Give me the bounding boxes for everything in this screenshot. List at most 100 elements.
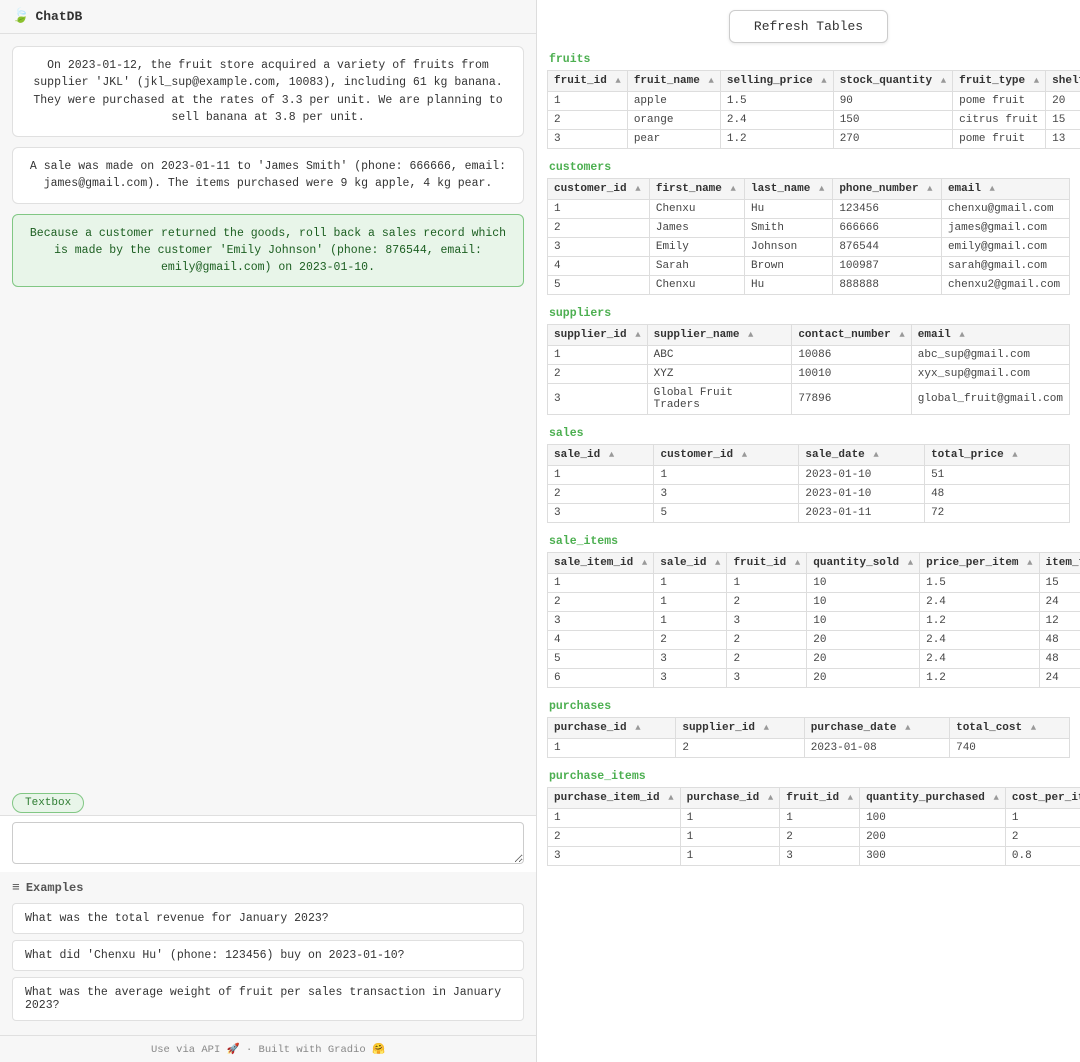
sales-section: sales sale_id ▲ customer_id ▲ sale_date … [547, 427, 1070, 523]
customers-col-last_name[interactable]: last_name ▲ [744, 179, 832, 200]
suppliers-col-supplier_id[interactable]: supplier_id ▲ [548, 325, 648, 346]
table-cell: 2.4 [920, 593, 1039, 612]
fruits-col-shelf_l[interactable]: shelf_l [1046, 71, 1080, 92]
table-cell: 888888 [833, 276, 942, 295]
table-cell: 1 [548, 739, 676, 758]
purchases-col-purchase_date[interactable]: purchase_date ▲ [804, 718, 949, 739]
customers-col-phone_number[interactable]: phone_number ▲ [833, 179, 942, 200]
table-cell: 100987 [833, 257, 942, 276]
table-cell: Hu [744, 200, 832, 219]
sale-items-col-fruit_id[interactable]: fruit_id ▲ [727, 553, 807, 574]
purchases-col-supplier_id[interactable]: supplier_id ▲ [676, 718, 804, 739]
sales-col-sale_id[interactable]: sale_id ▲ [548, 445, 654, 466]
table-row: 2122002 [548, 828, 1080, 847]
fruits-col-selling_price[interactable]: selling_price ▲ [720, 71, 833, 92]
table-cell: 1 [548, 809, 681, 828]
textbox-label: Textbox [12, 793, 84, 813]
fruits-col-fruit_id[interactable]: fruit_id ▲ [548, 71, 628, 92]
table-cell: 1 [1005, 809, 1080, 828]
table-cell: 5 [548, 650, 654, 669]
table-cell: global_fruit@gmail.com [911, 384, 1069, 415]
sales-col-sale_date[interactable]: sale_date ▲ [799, 445, 925, 466]
right-panel: Refresh Tables fruits fruit_id ▲ fruit_n… [537, 0, 1080, 1062]
table-cell: xyx_sup@gmail.com [911, 365, 1069, 384]
table-cell: 1 [654, 574, 727, 593]
customers-table: customer_id ▲ first_name ▲ last_name ▲ p… [547, 178, 1070, 295]
table-cell: 6 [548, 669, 654, 688]
table-row: 313101.212 [548, 612, 1080, 631]
purchase-items-col-cost_per_item[interactable]: cost_per_item [1005, 788, 1080, 809]
sale-items-col-price_per_item[interactable]: price_per_item ▲ [920, 553, 1039, 574]
table-cell: 3 [548, 238, 650, 257]
example-item-1[interactable]: What was the total revenue for January 2… [12, 903, 524, 934]
table-cell: 1 [680, 847, 780, 866]
table-cell: 90 [833, 92, 952, 111]
fruits-label: fruits [547, 53, 1070, 66]
example-item-3[interactable]: What was the average weight of fruit per… [12, 977, 524, 1021]
suppliers-section: suppliers supplier_id ▲ supplier_name ▲ … [547, 307, 1070, 415]
table-cell: ABC [647, 346, 792, 365]
purchases-col-total_cost[interactable]: total_cost ▲ [950, 718, 1070, 739]
fruits-table: fruit_id ▲ fruit_name ▲ selling_price ▲ … [547, 70, 1080, 149]
table-cell: 5 [548, 276, 650, 295]
sale-items-col-sale_item_id[interactable]: sale_item_id ▲ [548, 553, 654, 574]
table-cell: 123456 [833, 200, 942, 219]
table-cell: 1 [680, 828, 780, 847]
customers-col-email[interactable]: email ▲ [941, 179, 1069, 200]
table-cell: 1 [654, 612, 727, 631]
example-bubble-1: On 2023-01-12, the fruit store acquired … [12, 46, 524, 137]
sale-items-col-sale_id[interactable]: sale_id ▲ [654, 553, 727, 574]
table-cell: Chenxu [649, 200, 744, 219]
purchases-label: purchases [547, 700, 1070, 713]
sales-col-customer_id[interactable]: customer_id ▲ [654, 445, 799, 466]
suppliers-table: supplier_id ▲ supplier_name ▲ contact_nu… [547, 324, 1070, 415]
table-row: 3Global Fruit Traders77896global_fruit@g… [548, 384, 1070, 415]
table-cell: Hu [744, 276, 832, 295]
purchase-items-col-fruit_id[interactable]: fruit_id ▲ [780, 788, 860, 809]
table-cell: 3 [727, 612, 807, 631]
table-cell: Smith [744, 219, 832, 238]
table-row: 232023-01-1048 [548, 485, 1070, 504]
purchase-items-col-purchase_id[interactable]: purchase_id ▲ [680, 788, 780, 809]
table-cell: 740 [950, 739, 1070, 758]
table-cell: 1 [548, 574, 654, 593]
table-cell: 2 [548, 365, 648, 384]
table-cell: 10010 [792, 365, 911, 384]
sale-items-col-item_tot[interactable]: item_tot [1039, 553, 1080, 574]
chat-input[interactable] [12, 822, 524, 864]
sale-items-col-quantity_sold[interactable]: quantity_sold ▲ [807, 553, 920, 574]
footer: Use via API 🚀 · Built with Gradio 🤗 [0, 1035, 536, 1062]
suppliers-col-supplier_name[interactable]: supplier_name ▲ [647, 325, 792, 346]
table-cell: 2 [780, 828, 860, 847]
refresh-button[interactable]: Refresh Tables [729, 10, 888, 43]
sales-col-total_price[interactable]: total_price ▲ [925, 445, 1070, 466]
table-row: 2orange2.4150citrus fruit15 [548, 111, 1080, 130]
fruits-col-fruit_type[interactable]: fruit_type ▲ [953, 71, 1046, 92]
table-row: 422202.448 [548, 631, 1080, 650]
suppliers-col-email[interactable]: email ▲ [911, 325, 1069, 346]
table-cell: 1 [727, 574, 807, 593]
table-cell: 2 [676, 739, 804, 758]
fruits-col-stock_quantity[interactable]: stock_quantity ▲ [833, 71, 952, 92]
purchases-col-purchase_id[interactable]: purchase_id ▲ [548, 718, 676, 739]
purchases-table: purchase_id ▲ supplier_id ▲ purchase_dat… [547, 717, 1070, 758]
table-cell: 48 [925, 485, 1070, 504]
customers-col-customer_id[interactable]: customer_id ▲ [548, 179, 650, 200]
table-row: 1ChenxuHu123456chenxu@gmail.com [548, 200, 1070, 219]
table-row: 212102.424 [548, 593, 1080, 612]
table-cell: 10 [807, 593, 920, 612]
examples-header: ≡ Examples [12, 880, 524, 895]
fruits-col-fruit_name[interactable]: fruit_name ▲ [627, 71, 720, 92]
table-cell: 3 [654, 650, 727, 669]
table-cell: Johnson [744, 238, 832, 257]
purchase-items-col-quantity_purchased[interactable]: quantity_purchased ▲ [860, 788, 1006, 809]
table-cell: 3 [548, 847, 681, 866]
suppliers-col-contact_number[interactable]: contact_number ▲ [792, 325, 911, 346]
purchase-items-col-purchase_item_id[interactable]: purchase_item_id ▲ [548, 788, 681, 809]
input-area [0, 815, 536, 872]
purchases-section: purchases purchase_id ▲ supplier_id ▲ pu… [547, 700, 1070, 758]
customers-col-first_name[interactable]: first_name ▲ [649, 179, 744, 200]
chat-header: 🍃 ChatDB [0, 0, 536, 34]
table-cell: 200 [860, 828, 1006, 847]
example-item-2[interactable]: What did 'Chenxu Hu' (phone: 123456) buy… [12, 940, 524, 971]
